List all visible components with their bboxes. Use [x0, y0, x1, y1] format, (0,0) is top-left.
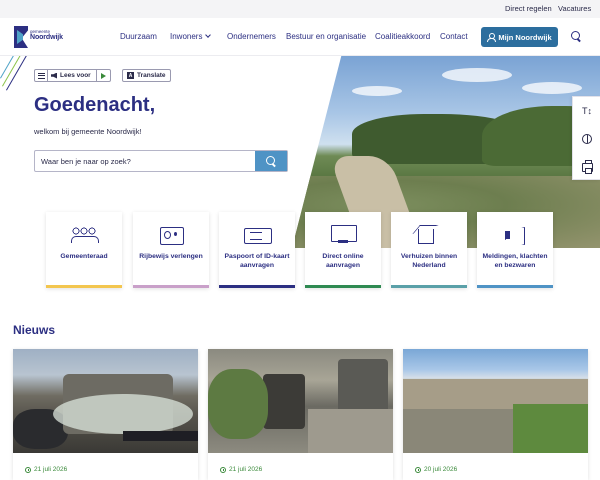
news-date: 21 juli 2026	[25, 466, 67, 473]
read-aloud-toolbar: Lees voor	[34, 69, 111, 82]
card-accent-bar	[133, 285, 209, 288]
page-title: Goedenacht,	[34, 94, 156, 116]
clock-icon	[220, 466, 226, 473]
news-card[interactable]: 20 juli 2026	[403, 349, 588, 480]
container-shape	[263, 374, 305, 429]
logo-big-text: Noordwijk	[30, 34, 63, 41]
plants-shape	[208, 369, 268, 439]
contrast-button[interactable]	[573, 125, 600, 153]
news-image	[13, 349, 198, 453]
clock-icon	[25, 466, 31, 473]
site-search	[34, 150, 288, 172]
main-navigation: gemeente Noordwijk Duurzaam Inwoners Ond…	[0, 18, 600, 56]
print-button[interactable]	[573, 153, 600, 181]
print-icon	[581, 159, 593, 174]
container-shape	[338, 359, 388, 414]
moving-icon	[416, 225, 442, 245]
quick-link-label: Verhuizen binnen Nederland	[400, 253, 458, 269]
play-icon	[100, 72, 106, 79]
quick-link-meldingen[interactable]: Meldingen, klachten en bezwaren	[477, 212, 553, 288]
mijn-noordwijk-label: Mijn Noordwijk	[498, 32, 552, 42]
accessibility-tools: T↕	[572, 96, 600, 180]
nav-item-duurzaam[interactable]: Duurzaam	[120, 32, 157, 41]
quick-link-label: Gemeenteraad	[60, 253, 108, 260]
news-date: 20 juli 2026	[415, 466, 457, 473]
search-icon	[266, 156, 276, 166]
quick-link-label: Paspoort of ID-kaart aanvragen	[224, 253, 290, 269]
text-size-button[interactable]: T↕	[573, 97, 600, 125]
nav-item-inwoners-label: Inwoners	[170, 32, 203, 41]
cloud-shape	[522, 82, 582, 94]
gemeente-noordwijk-logo[interactable]: gemeente Noordwijk	[14, 26, 63, 48]
nav-item-inwoners[interactable]: Inwoners	[170, 32, 212, 41]
houses-shape	[403, 409, 523, 453]
play-button[interactable]	[97, 70, 110, 81]
quick-link-label: Direct online aanvragen	[322, 253, 364, 269]
flowers-shape	[53, 394, 193, 434]
news-date: 21 juli 2026	[220, 466, 262, 473]
text-size-icon: T↕	[582, 106, 592, 116]
contrast-icon	[582, 134, 592, 144]
search-icon[interactable]	[571, 31, 581, 41]
quick-link-paspoort[interactable]: Paspoort of ID-kaart aanvragen	[219, 212, 295, 288]
id-card-icon	[158, 225, 184, 245]
search-submit-button[interactable]	[255, 151, 287, 171]
quick-link-rijbewijs[interactable]: Rijbewijs verlengen	[133, 212, 209, 288]
card-accent-bar	[305, 285, 381, 288]
fields-shape	[513, 404, 588, 453]
utility-bar: Direct regelen Vacatures	[0, 0, 600, 18]
pavement-shape	[308, 409, 393, 453]
news-image	[403, 349, 588, 453]
translate-label: Translate	[137, 72, 166, 79]
clock-icon	[415, 466, 421, 473]
read-aloud-label: Lees voor	[60, 72, 91, 79]
nav-item-ondernemers[interactable]: Ondernemers	[227, 32, 276, 41]
card-accent-bar	[391, 285, 467, 288]
direct-regelen-link[interactable]: Direct regelen	[505, 4, 552, 13]
people-icon	[71, 225, 99, 245]
search-input[interactable]	[35, 151, 255, 171]
cloud-shape	[352, 86, 402, 96]
news-card[interactable]: 21 juli 2026	[208, 349, 393, 480]
cloud-shape	[442, 68, 512, 82]
news-date-text: 21 juli 2026	[34, 466, 68, 473]
card-accent-bar	[46, 285, 122, 288]
mijn-noordwijk-button[interactable]: Mijn Noordwijk	[481, 27, 558, 47]
quick-link-online-aanvragen[interactable]: Direct online aanvragen	[305, 212, 381, 288]
nav-item-contact[interactable]: Contact	[440, 32, 468, 41]
card-accent-bar	[477, 285, 553, 288]
nav-item-bestuur[interactable]: Bestuur en organisatie	[286, 32, 366, 41]
news-date-text: 21 juli 2026	[229, 466, 263, 473]
quick-link-label: Rijbewijs verlengen	[139, 253, 203, 260]
translate-icon: A	[127, 72, 134, 79]
welcome-subtitle: welkom bij gemeente Noordwijk!	[34, 127, 142, 136]
passport-icon	[244, 225, 272, 245]
quick-link-verhuizen[interactable]: Verhuizen binnen Nederland	[391, 212, 467, 288]
vacatures-link[interactable]: Vacatures	[558, 4, 591, 13]
menu-icon	[37, 72, 45, 79]
read-aloud-button[interactable]: Lees voor	[48, 70, 97, 81]
nav-item-coalitieakkoord[interactable]: Coalitieakkoord	[375, 32, 430, 41]
quick-link-gemeenteraad[interactable]: Gemeenteraad	[46, 212, 122, 288]
card-accent-bar	[219, 285, 295, 288]
news-card[interactable]: 21 juli 2026	[13, 349, 198, 480]
read-aloud-menu-button[interactable]	[35, 70, 48, 81]
banner-shape	[123, 431, 198, 441]
translate-button[interactable]: A Translate	[122, 69, 171, 82]
monitor-icon	[330, 225, 357, 245]
news-heading: Nieuws	[13, 323, 56, 337]
chevron-down-icon	[205, 32, 212, 38]
megaphone-icon	[502, 225, 528, 245]
quick-link-label: Meldingen, klachten en bezwaren	[482, 253, 548, 269]
news-date-text: 20 juli 2026	[424, 466, 458, 473]
user-icon	[487, 33, 497, 42]
speaker-icon	[51, 72, 57, 79]
news-image	[208, 349, 393, 453]
